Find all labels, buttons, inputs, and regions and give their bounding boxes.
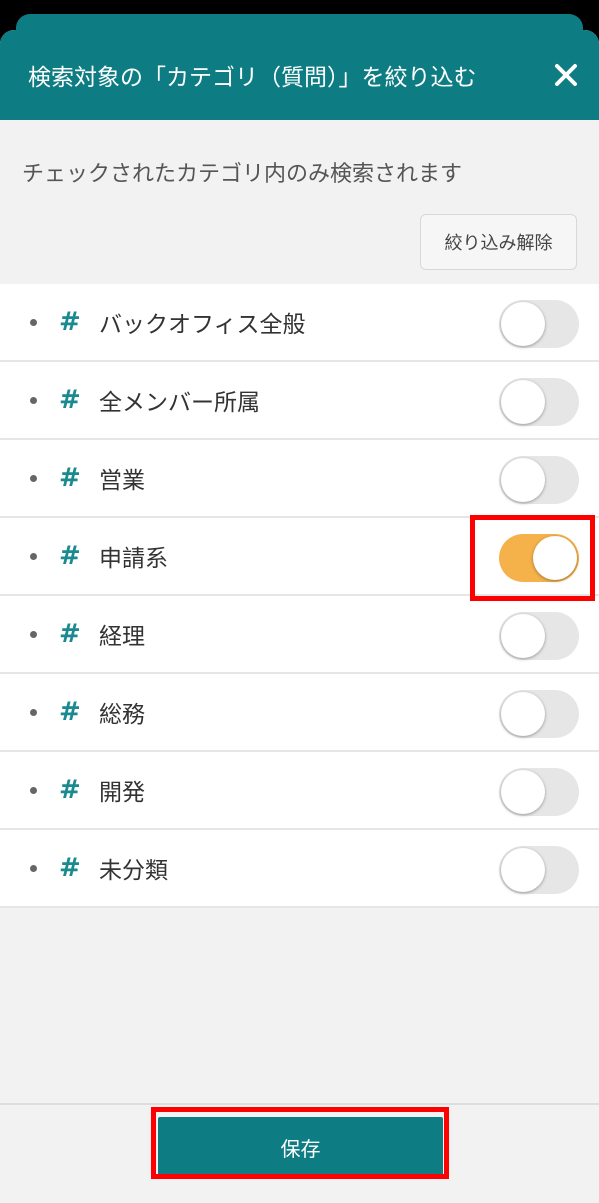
filter-modal: 検索対象の「カテゴリ（質問）」を絞り込む チェックされたカテゴリ内のみ検索されま… <box>0 30 599 1203</box>
category-toggle-0[interactable] <box>499 300 579 348</box>
bullet-icon <box>30 474 37 482</box>
category-label: 全メンバー所属 <box>99 390 260 416</box>
category-label: 総務 <box>99 702 145 728</box>
category-item-7[interactable]: # 未分類 <box>0 830 599 908</box>
category-item-6[interactable]: # 開発 <box>0 752 599 830</box>
toggle-knob <box>501 770 545 814</box>
toggle-knob <box>533 536 577 580</box>
toggle-knob <box>501 458 545 502</box>
bullet-icon <box>30 708 37 716</box>
close-button[interactable] <box>551 60 581 90</box>
modal-title: 検索対象の「カテゴリ（質問）」を絞り込む <box>28 65 477 91</box>
bullet-icon <box>30 864 37 872</box>
hash-icon: # <box>59 697 81 727</box>
category-toggle-1[interactable] <box>499 378 579 426</box>
category-item-0[interactable]: # バックオフィス全般 <box>0 284 599 362</box>
category-label: 開発 <box>99 780 145 806</box>
hint-text: チェックされたカテゴリ内のみ検索されます <box>22 162 463 187</box>
hash-icon: # <box>59 541 81 571</box>
toggle-knob <box>501 302 545 346</box>
category-item-2[interactable]: # 営業 <box>0 440 599 518</box>
bullet-icon <box>30 318 37 326</box>
toggle-knob <box>501 848 545 892</box>
hash-icon: # <box>59 775 81 805</box>
category-toggle-2[interactable] <box>499 456 579 504</box>
category-item-5[interactable]: # 総務 <box>0 674 599 752</box>
category-label: 申請系 <box>99 546 168 572</box>
hash-icon: # <box>59 853 81 883</box>
bullet-icon <box>30 630 37 638</box>
hash-icon: # <box>59 463 81 493</box>
save-button[interactable]: 保存 <box>158 1117 443 1177</box>
category-toggle-7[interactable] <box>499 846 579 894</box>
toggle-knob <box>501 614 545 658</box>
bullet-icon <box>30 396 37 404</box>
category-label: 未分類 <box>99 858 168 884</box>
hash-icon: # <box>59 307 81 337</box>
modal-footer: 保存 <box>0 1103 599 1203</box>
category-label: 経理 <box>99 624 145 650</box>
category-item-1[interactable]: # 全メンバー所属 <box>0 362 599 440</box>
hash-icon: # <box>59 385 81 415</box>
clear-row: 絞り込み解除 <box>0 214 599 280</box>
category-item-4[interactable]: # 経理 <box>0 596 599 674</box>
category-list: # バックオフィス全般 # 全メンバー所属 # 営業 # 申請系 # 経理 # … <box>0 284 599 908</box>
bullet-icon <box>30 552 37 560</box>
modal-header: 検索対象の「カテゴリ（質問）」を絞り込む <box>0 30 599 120</box>
category-toggle-6[interactable] <box>499 768 579 816</box>
bullet-icon <box>30 786 37 794</box>
toggle-knob <box>501 380 545 424</box>
category-label: バックオフィス全般 <box>99 312 306 338</box>
close-icon <box>555 64 577 86</box>
category-toggle-4[interactable] <box>499 612 579 660</box>
category-toggle-3[interactable] <box>499 534 579 582</box>
clear-filter-button[interactable]: 絞り込み解除 <box>420 214 577 270</box>
category-item-3[interactable]: # 申請系 <box>0 518 599 596</box>
category-label: 営業 <box>99 468 145 494</box>
hash-icon: # <box>59 619 81 649</box>
category-toggle-5[interactable] <box>499 690 579 738</box>
toggle-knob <box>501 692 545 736</box>
